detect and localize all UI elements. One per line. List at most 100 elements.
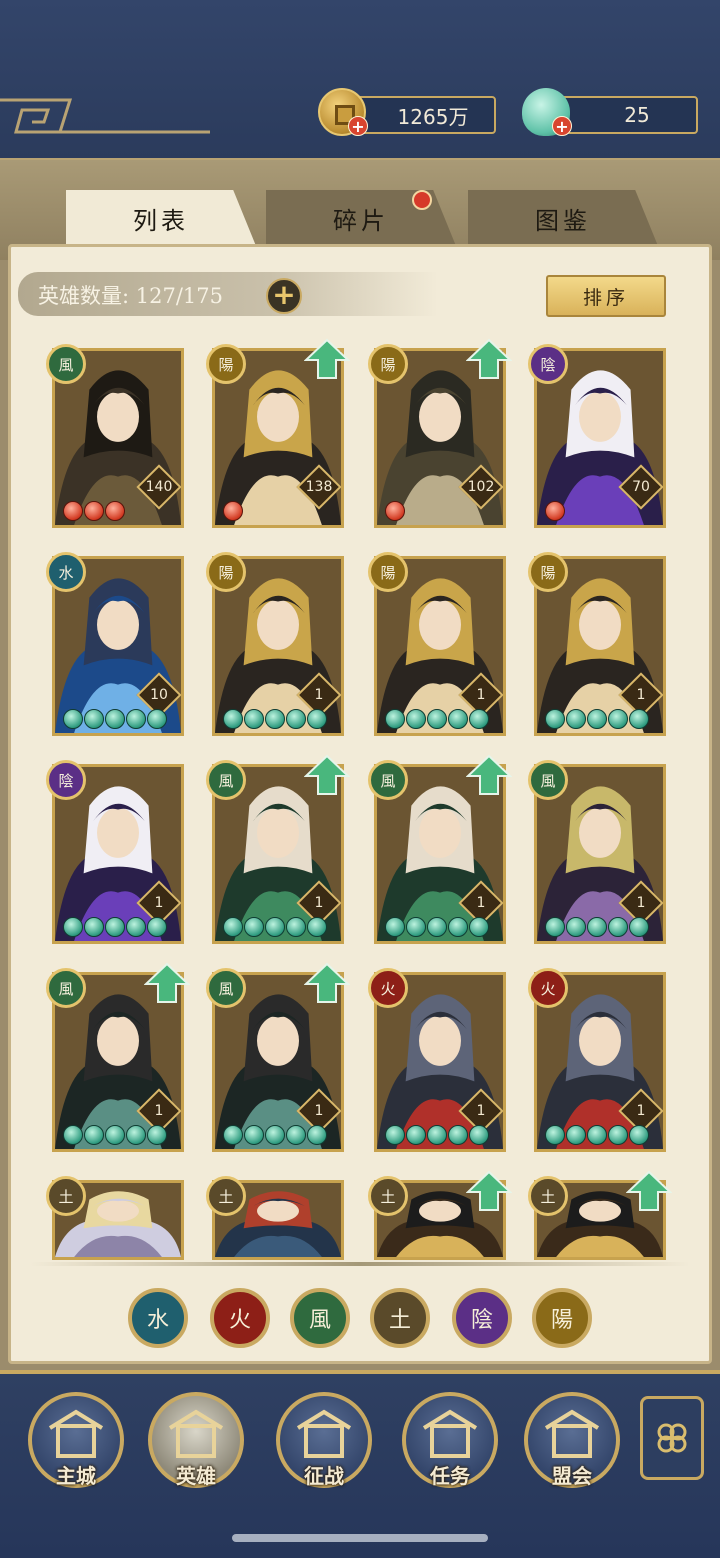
tab-codex[interactable]: 图鉴 <box>468 190 658 246</box>
tab-list[interactable]: 列表 <box>66 190 256 246</box>
element-yang-icon: 陽 <box>368 344 408 384</box>
nav-label: 盟会 <box>552 1464 592 1488</box>
element-earth-icon: 土 <box>206 1176 246 1216</box>
add-hero-slot-button[interactable]: + <box>266 278 302 314</box>
red-star-orb-icon <box>105 501 125 521</box>
jade-star-orb-icon <box>63 917 83 937</box>
filter-yin-button[interactable]: 陰 <box>452 1288 512 1348</box>
upgrade-arrow-icon <box>466 1170 512 1211</box>
hero-count-label: 英雄数量: 127/175 <box>38 284 223 308</box>
jade-star-orb-icon <box>265 709 285 729</box>
hero-level-value: 10 <box>150 687 168 703</box>
hero-level-value: 1 <box>154 1103 164 1119</box>
element-yang-icon: 陽 <box>528 552 568 592</box>
jade-star-orb-icon <box>629 1125 649 1145</box>
upgrade-arrow-icon <box>304 338 350 379</box>
jade-star-orb-icon <box>608 709 628 729</box>
hero-star-orbs <box>63 917 167 937</box>
jade-star-orb-icon <box>84 917 104 937</box>
jade-star-orb-icon <box>105 917 125 937</box>
jade-star-orb-icon <box>105 1125 125 1145</box>
jade-star-orb-icon <box>63 709 83 729</box>
jade-star-orb-icon <box>448 709 468 729</box>
jade-star-orb-icon <box>448 1125 468 1145</box>
filter-wind-button[interactable]: 風 <box>290 1288 350 1348</box>
jade-star-orb-icon <box>147 1125 167 1145</box>
nav-label: 征战 <box>304 1464 344 1488</box>
filter-earth-button[interactable]: 土 <box>370 1288 430 1348</box>
upgrade-arrow-icon <box>304 754 350 795</box>
jade-star-orb-icon <box>147 917 167 937</box>
jade-star-orb-icon <box>265 1125 285 1145</box>
filter-fire-button[interactable]: 火 <box>210 1288 270 1348</box>
sort-button[interactable]: 排序 <box>546 275 666 317</box>
hero-star-orbs <box>385 1125 489 1145</box>
nav-label: 任务 <box>430 1464 470 1488</box>
jade-star-orb-icon <box>244 709 264 729</box>
jade-star-orb-icon <box>469 1125 489 1145</box>
jade-star-orb-icon <box>566 709 586 729</box>
red-star-orb-icon <box>223 501 243 521</box>
hero-level-value: 1 <box>636 895 646 911</box>
hero-star-orbs <box>545 501 565 521</box>
jade-star-orb-icon <box>448 917 468 937</box>
scroll-divider <box>30 1262 690 1266</box>
add-coins-plus-icon[interactable]: + <box>348 116 368 136</box>
upgrade-arrow-icon <box>466 754 512 795</box>
hero-star-orbs <box>223 709 327 729</box>
jade-counter[interactable]: 25 <box>556 96 698 134</box>
jade-star-orb-icon <box>608 1125 628 1145</box>
jade-amount: 25 <box>624 103 650 127</box>
jade-star-orb-icon <box>566 917 586 937</box>
filter-yang-button[interactable]: 陽 <box>532 1288 592 1348</box>
jade-star-orb-icon <box>587 917 607 937</box>
jade-star-orb-icon <box>244 917 264 937</box>
coin-counter[interactable]: 1265万 <box>354 96 496 134</box>
jade-star-orb-icon <box>545 917 565 937</box>
jade-star-orb-icon <box>385 917 405 937</box>
red-star-orb-icon <box>545 501 565 521</box>
tab-fragments-label: 碎片 <box>333 206 389 235</box>
jade-star-orb-icon <box>84 709 104 729</box>
add-jade-plus-icon[interactable]: + <box>552 116 572 136</box>
hero-star-orbs <box>385 501 405 521</box>
hero-level-value: 1 <box>314 1103 324 1119</box>
jade-star-orb-icon <box>223 709 243 729</box>
jade-star-orb-icon <box>223 917 243 937</box>
jade-star-orb-icon <box>427 709 447 729</box>
jade-star-orb-icon <box>608 917 628 937</box>
hero-level-value: 1 <box>154 895 164 911</box>
jade-star-orb-icon <box>587 709 607 729</box>
upgrade-arrow-icon <box>626 1170 672 1211</box>
element-fire-icon: 火 <box>528 968 568 1008</box>
red-star-orb-icon <box>385 501 405 521</box>
red-star-orb-icon <box>63 501 83 521</box>
element-yin-icon: 陰 <box>46 760 86 800</box>
more-menu-button[interactable] <box>640 1396 704 1480</box>
hero-star-orbs <box>545 709 649 729</box>
element-yin-icon: 陰 <box>528 344 568 384</box>
jade-star-orb-icon <box>385 1125 405 1145</box>
jade-star-orb-icon <box>307 709 327 729</box>
element-water-icon: 水 <box>46 552 86 592</box>
hero-star-orbs <box>223 501 243 521</box>
jade-star-orb-icon <box>265 917 285 937</box>
element-wind-icon: 風 <box>528 760 568 800</box>
element-wind-icon: 風 <box>46 968 86 1008</box>
jade-star-orb-icon <box>223 1125 243 1145</box>
hero-star-orbs <box>223 1125 327 1145</box>
filter-water-button[interactable]: 水 <box>128 1288 188 1348</box>
jade-star-orb-icon <box>629 709 649 729</box>
notification-dot <box>412 190 432 210</box>
jade-star-orb-icon <box>286 709 306 729</box>
hero-level-value: 138 <box>305 479 333 495</box>
hero-level-value: 1 <box>314 687 324 703</box>
jade-star-orb-icon <box>545 709 565 729</box>
jade-star-orb-icon <box>406 1125 426 1145</box>
jade-star-orb-icon <box>406 917 426 937</box>
hero-star-orbs <box>63 501 125 521</box>
upgrade-arrow-icon <box>466 338 512 379</box>
jade-star-orb-icon <box>469 709 489 729</box>
hero-star-orbs <box>63 709 167 729</box>
element-wind-icon: 風 <box>46 344 86 384</box>
